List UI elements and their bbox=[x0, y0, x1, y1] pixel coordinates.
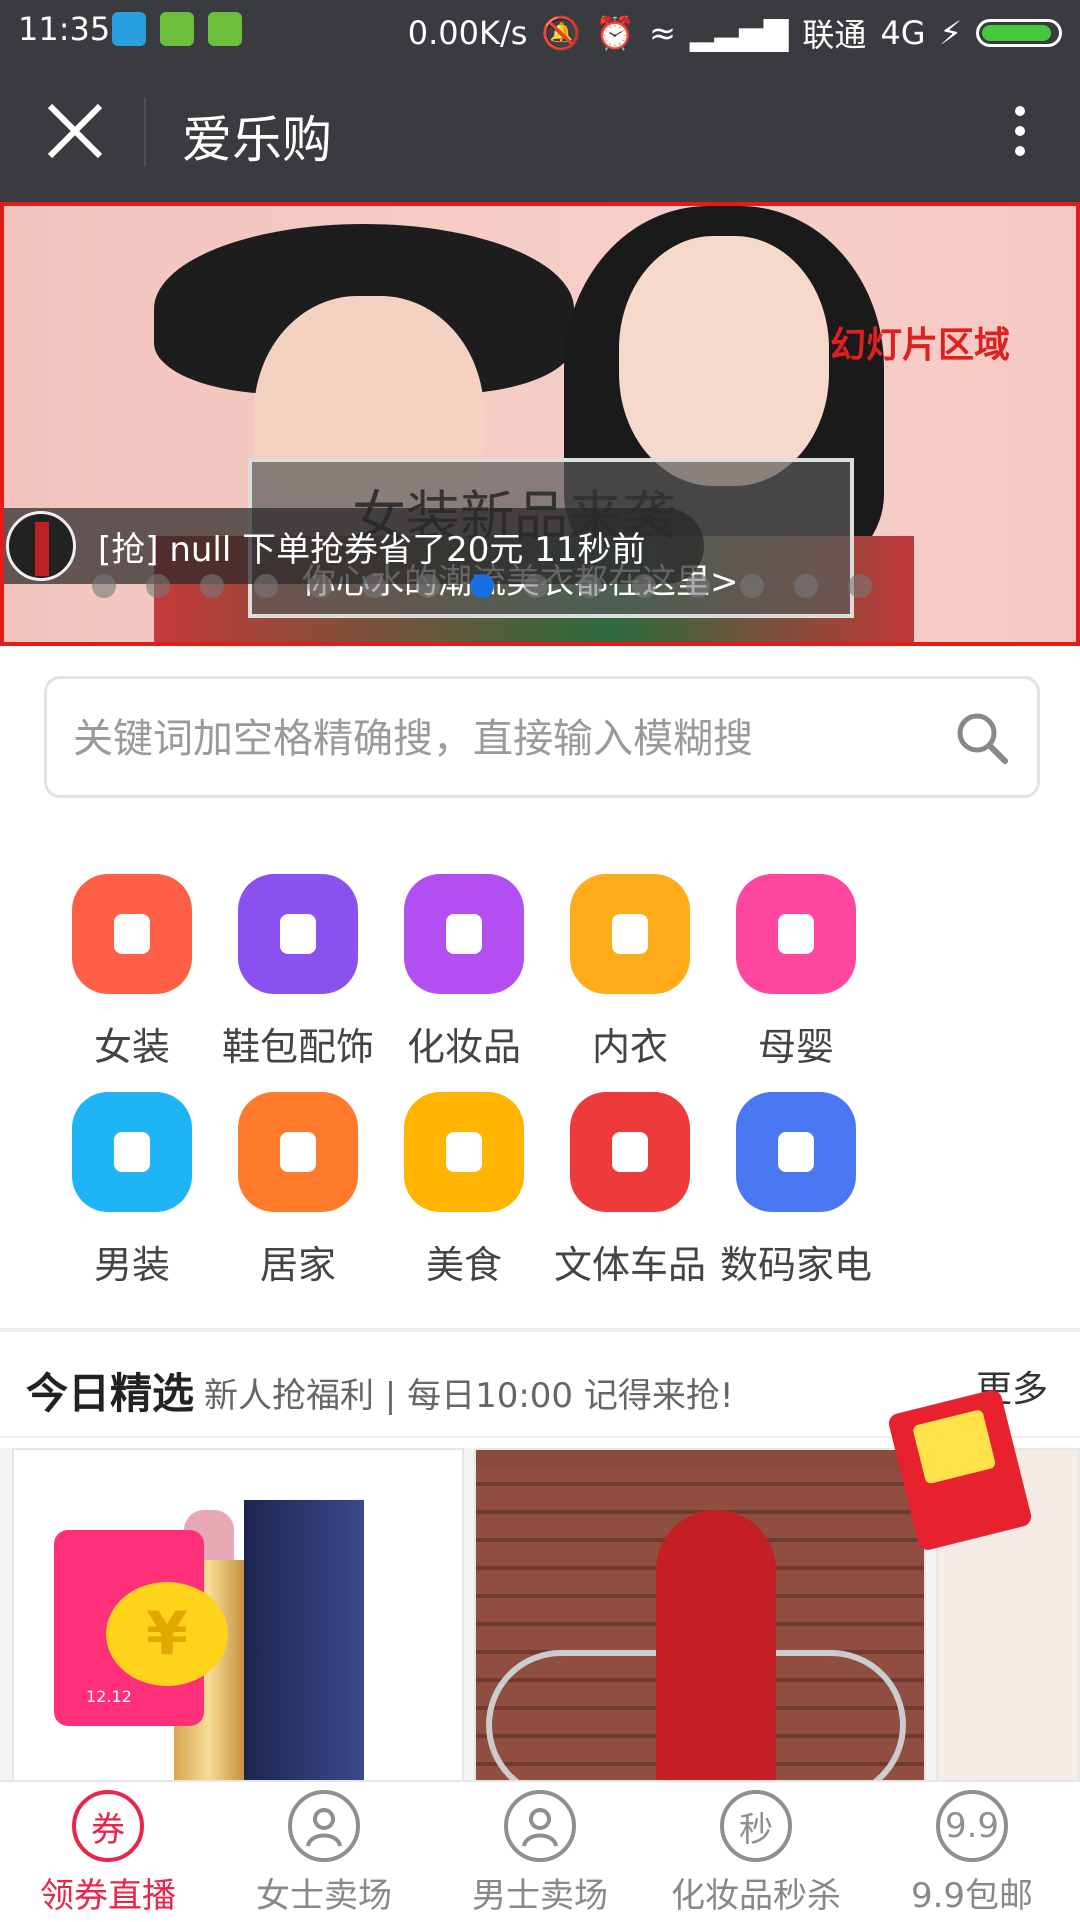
carousel-dot[interactable] bbox=[200, 574, 224, 598]
ticker-text: [抢] null 下单抢券省了20元 11秒前 bbox=[98, 529, 646, 570]
badge-99-icon: 9.9 bbox=[936, 1790, 1008, 1862]
charging-icon: ⚡ bbox=[939, 14, 962, 52]
carousel-dot[interactable] bbox=[524, 574, 548, 598]
packet-date: 12.12 bbox=[86, 1687, 132, 1706]
banner-region-label: 幻灯片区域 bbox=[830, 325, 1011, 366]
wifi-icon: ≈ bbox=[649, 14, 676, 52]
carousel-dot[interactable] bbox=[470, 574, 494, 598]
category-item[interactable]: 母婴 bbox=[696, 874, 896, 1071]
food-icon bbox=[404, 1092, 524, 1212]
nav-label: 9.9包邮 bbox=[910, 1876, 1034, 1916]
banner-model-right bbox=[619, 236, 829, 486]
android-icon bbox=[208, 12, 242, 46]
more-dot-icon bbox=[1015, 126, 1025, 136]
carousel-indicators bbox=[92, 574, 902, 598]
dress-icon bbox=[72, 874, 192, 994]
nav-item[interactable]: 秒化妆品秒杀 bbox=[648, 1782, 864, 1922]
carousel-dot[interactable] bbox=[92, 574, 116, 598]
ticker-avatar bbox=[6, 511, 76, 581]
more-dot-icon bbox=[1015, 146, 1025, 156]
order-ticker: [抢] null 下单抢券省了20元 11秒前 bbox=[4, 508, 704, 584]
category-label: 母婴 bbox=[757, 1025, 834, 1069]
close-icon bbox=[47, 103, 103, 159]
usb-icon bbox=[112, 12, 146, 46]
coin-icon: ¥ bbox=[106, 1582, 228, 1686]
car-icon bbox=[570, 1092, 690, 1212]
bottom-nav: 券领券直播 女士卖场 男士卖场秒化妆品秒杀 9.9 9.9包邮 bbox=[0, 1780, 1080, 1922]
bra-icon bbox=[570, 874, 690, 994]
battery-icon bbox=[976, 19, 1062, 47]
more-menu-button[interactable] bbox=[1000, 96, 1040, 166]
carousel-dot[interactable] bbox=[578, 574, 602, 598]
search-input[interactable] bbox=[71, 705, 945, 773]
woman-user-icon bbox=[288, 1790, 360, 1862]
shoe-bag-icon bbox=[238, 874, 358, 994]
category-item[interactable]: 数码家电 bbox=[696, 1092, 896, 1289]
cosmetics-icon bbox=[404, 874, 524, 994]
close-button[interactable] bbox=[40, 96, 110, 166]
nav-label: 领券直播 bbox=[40, 1876, 176, 1916]
flash-sale-icon: 秒 bbox=[720, 1790, 792, 1862]
header-divider bbox=[144, 98, 146, 166]
washer-icon bbox=[736, 1092, 856, 1212]
carrier-label: 联通 bbox=[802, 16, 867, 54]
carousel-dot[interactable] bbox=[416, 574, 440, 598]
carousel-dot[interactable] bbox=[848, 574, 872, 598]
tshirt-icon bbox=[72, 1092, 192, 1212]
status-bar: 11:35 0.00K/s 🔕 ⏰ ≈ ▂▃▅▇ 联通 4G ⚡ bbox=[0, 0, 1080, 60]
red-packet-icon[interactable]: ¥ 12.12 bbox=[54, 1530, 228, 1726]
carousel-dot[interactable] bbox=[794, 574, 818, 598]
net-speed: 0.00K/s bbox=[407, 14, 528, 52]
nav-label: 女士卖场 bbox=[256, 1876, 392, 1916]
today-subtitle: 新人抢福利 | 每日10:00 记得来抢! bbox=[204, 1376, 734, 1416]
status-time: 11:35 bbox=[18, 10, 111, 48]
search-icon[interactable] bbox=[953, 709, 1011, 767]
signal-icon: ▂▃▅▇ bbox=[689, 14, 789, 52]
title-bar: 爱乐购 bbox=[0, 60, 1080, 202]
nav-item[interactable]: 男士卖场 bbox=[432, 1782, 648, 1922]
today-title: 今日精选 bbox=[26, 1369, 195, 1418]
basket-icon bbox=[238, 1092, 358, 1212]
nav-label: 化妆品秒杀 bbox=[671, 1876, 841, 1916]
red-dress-model bbox=[656, 1510, 776, 1780]
man-user-icon bbox=[504, 1790, 576, 1862]
carousel-dot[interactable] bbox=[362, 574, 386, 598]
category-label: 数码家电 bbox=[719, 1243, 872, 1287]
carousel-dot[interactable] bbox=[254, 574, 278, 598]
packet-flap bbox=[912, 1408, 997, 1485]
banner-carousel[interactable]: 幻灯片区域 女装新品来袭 你心水的潮流美衣都在这里> [抢] null 下单抢券… bbox=[0, 202, 1080, 646]
nav-item[interactable]: 券领券直播 bbox=[0, 1782, 216, 1922]
carousel-dot[interactable] bbox=[308, 574, 332, 598]
search-box[interactable] bbox=[44, 676, 1040, 798]
nav-item[interactable]: 女士卖场 bbox=[216, 1782, 432, 1922]
product-card[interactable] bbox=[474, 1448, 926, 1780]
more-dot-icon bbox=[1015, 106, 1025, 116]
battery-saver-icon bbox=[160, 12, 194, 46]
coupon-icon: 券 bbox=[72, 1790, 144, 1862]
page-title: 爱乐购 bbox=[182, 111, 332, 169]
status-right: 0.00K/s 🔕 ⏰ ≈ ▂▃▅▇ 联通 4G ⚡ bbox=[408, 10, 1062, 56]
mute-icon: 🔕 bbox=[541, 14, 582, 52]
nav-item[interactable]: 9.9 9.9包邮 bbox=[864, 1782, 1080, 1922]
alarm-icon: ⏰ bbox=[595, 14, 636, 52]
product-card[interactable]: ¥ 12.12 bbox=[12, 1448, 464, 1780]
baby-bottle-icon bbox=[736, 874, 856, 994]
lipstick-cap bbox=[244, 1500, 364, 1780]
nav-label: 男士卖场 bbox=[472, 1876, 608, 1916]
carousel-dot[interactable] bbox=[740, 574, 764, 598]
carousel-dot[interactable] bbox=[146, 574, 170, 598]
carousel-dot[interactable] bbox=[632, 574, 656, 598]
network-label: 4G bbox=[880, 14, 926, 52]
carousel-dot[interactable] bbox=[686, 574, 710, 598]
